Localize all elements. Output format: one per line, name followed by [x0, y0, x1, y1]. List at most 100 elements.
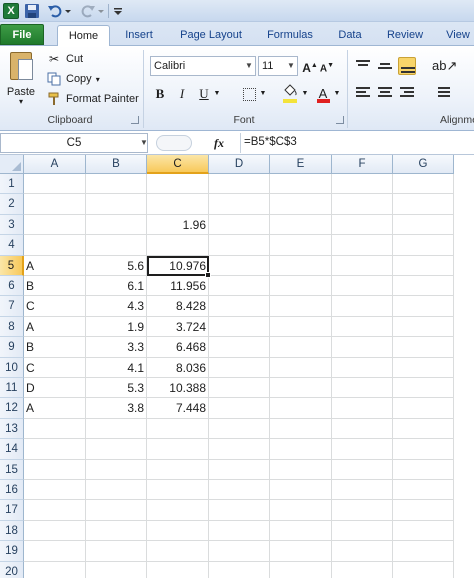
cell-f20[interactable]: [332, 561, 393, 578]
cell-d11[interactable]: [209, 378, 270, 399]
cell-a18[interactable]: [24, 520, 86, 542]
row-header-11[interactable]: 11: [0, 378, 24, 399]
column-header-e[interactable]: E: [270, 155, 332, 174]
borders-icon[interactable]: [240, 84, 258, 104]
cell-g6[interactable]: [393, 276, 454, 297]
undo-icon[interactable]: [47, 3, 63, 19]
cell-a2[interactable]: [24, 194, 86, 215]
row-header-13[interactable]: 13: [0, 418, 24, 440]
cell-g11[interactable]: [393, 378, 454, 399]
cell-c19[interactable]: [147, 541, 209, 562]
cell-f2[interactable]: [332, 194, 393, 215]
paste-button[interactable]: Paste ▾: [4, 50, 38, 112]
redo-dropdown-icon[interactable]: [97, 3, 105, 19]
row-header-15[interactable]: 15: [0, 459, 24, 480]
cell-b13[interactable]: [86, 418, 147, 440]
cell-g19[interactable]: [393, 541, 454, 562]
row-header-1[interactable]: 1: [0, 174, 24, 195]
name-box-dropdown-icon[interactable]: ▼: [140, 137, 148, 149]
cell-a1[interactable]: [24, 174, 86, 195]
row-header-19[interactable]: 19: [0, 541, 24, 562]
cell-d5[interactable]: [209, 255, 270, 276]
column-header-c[interactable]: C: [147, 155, 209, 174]
row-header-3[interactable]: 3: [0, 214, 24, 236]
customize-qat-icon[interactable]: [113, 3, 123, 19]
cell-b3[interactable]: [86, 214, 147, 236]
cell-b12[interactable]: 3.8: [86, 398, 147, 419]
fill-color-dropdown-icon[interactable]: ▼: [301, 84, 309, 104]
cell-b14[interactable]: [86, 439, 147, 460]
cell-d19[interactable]: [209, 541, 270, 562]
font-size-dropdown-icon[interactable]: ▼: [285, 57, 297, 75]
cell-c2[interactable]: [147, 194, 209, 215]
cell-e6[interactable]: [270, 276, 332, 297]
cell-c1[interactable]: [147, 174, 209, 195]
cell-c16[interactable]: [147, 480, 209, 501]
cell-g12[interactable]: [393, 398, 454, 419]
align-left-icon[interactable]: [354, 84, 372, 102]
cell-e4[interactable]: [270, 235, 332, 256]
cell-e5[interactable]: [270, 255, 332, 276]
cell-b8[interactable]: 1.9: [86, 316, 147, 338]
cell-c11[interactable]: 10.388: [147, 378, 209, 399]
tab-page-layout[interactable]: Page Layout: [172, 25, 250, 46]
cell-e14[interactable]: [270, 439, 332, 460]
column-header-a[interactable]: A: [24, 155, 86, 174]
font-name-dropdown-icon[interactable]: ▼: [243, 57, 255, 75]
row-header-7[interactable]: 7: [0, 296, 24, 317]
cell-d13[interactable]: [209, 418, 270, 440]
font-dialog-launcher-icon[interactable]: [336, 116, 344, 124]
cell-e16[interactable]: [270, 480, 332, 501]
cell-a13[interactable]: [24, 418, 86, 440]
cell-g7[interactable]: [393, 296, 454, 317]
clipboard-dialog-launcher-icon[interactable]: [131, 116, 139, 124]
cell-b10[interactable]: 4.1: [86, 357, 147, 378]
italic-icon[interactable]: I: [174, 84, 190, 104]
tab-home[interactable]: Home: [57, 25, 110, 47]
tab-view[interactable]: View: [438, 25, 474, 46]
formula-input[interactable]: =B5*$C$3: [240, 133, 474, 153]
cell-d2[interactable]: [209, 194, 270, 215]
cell-d17[interactable]: [209, 500, 270, 521]
cell-c9[interactable]: 6.468: [147, 337, 209, 358]
cell-e19[interactable]: [270, 541, 332, 562]
cell-b1[interactable]: [86, 174, 147, 195]
underline-dropdown-icon[interactable]: ▼: [213, 84, 221, 104]
cell-b2[interactable]: [86, 194, 147, 215]
cell-e1[interactable]: [270, 174, 332, 195]
insert-function-icon[interactable]: fx: [214, 134, 234, 152]
cell-c12[interactable]: 7.448: [147, 398, 209, 419]
cell-a5[interactable]: A: [24, 255, 86, 276]
cell-d6[interactable]: [209, 276, 270, 297]
copy-button[interactable]: Copy ▾: [46, 70, 100, 88]
cell-e18[interactable]: [270, 520, 332, 542]
cell-c10[interactable]: 8.036: [147, 357, 209, 378]
align-center-icon[interactable]: [376, 84, 394, 102]
cell-g10[interactable]: [393, 357, 454, 378]
cell-b11[interactable]: 5.3: [86, 378, 147, 399]
cell-e3[interactable]: [270, 214, 332, 236]
cell-c8[interactable]: 3.724: [147, 316, 209, 338]
cell-f13[interactable]: [332, 418, 393, 440]
cell-f19[interactable]: [332, 541, 393, 562]
font-color-dropdown-icon[interactable]: ▼: [333, 84, 341, 104]
cell-f8[interactable]: [332, 316, 393, 338]
cell-e15[interactable]: [270, 459, 332, 480]
font-color-icon[interactable]: A: [314, 84, 332, 104]
cut-button[interactable]: ✂ Cut: [46, 50, 83, 68]
row-header-17[interactable]: 17: [0, 500, 24, 521]
tab-formulas[interactable]: Formulas: [260, 25, 320, 46]
cell-a12[interactable]: A: [24, 398, 86, 419]
borders-dropdown-icon[interactable]: ▼: [259, 84, 267, 104]
cell-g8[interactable]: [393, 316, 454, 338]
cell-e17[interactable]: [270, 500, 332, 521]
excel-app-icon[interactable]: X: [3, 3, 19, 19]
cell-b15[interactable]: [86, 459, 147, 480]
cell-g5[interactable]: [393, 255, 454, 276]
cell-c7[interactable]: 8.428: [147, 296, 209, 317]
cell-e7[interactable]: [270, 296, 332, 317]
cell-a4[interactable]: [24, 235, 86, 256]
cell-f7[interactable]: [332, 296, 393, 317]
underline-icon[interactable]: U: [196, 84, 212, 104]
tab-data[interactable]: Data: [330, 25, 370, 46]
